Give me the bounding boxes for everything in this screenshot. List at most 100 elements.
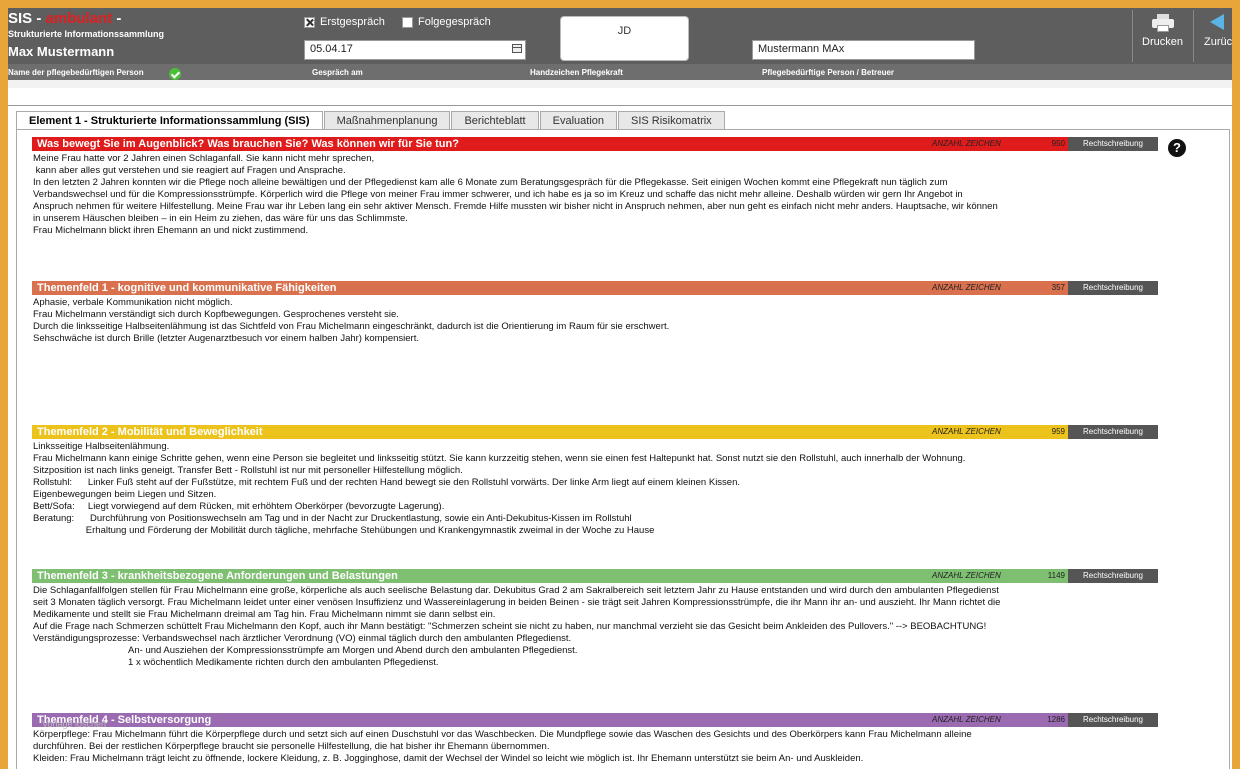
handzeichen-field[interactable]: JD: [560, 16, 689, 61]
back-arrow-icon: [1210, 14, 1224, 30]
char-count-value: 959: [1051, 427, 1065, 436]
tab-bar: Element 1 - Strukturierte Informationssa…: [16, 111, 726, 131]
person-name-label: Name der pflegebedürftigen Person: [8, 68, 144, 77]
text-line: Linksseitige Halbseitenlähmung.: [33, 441, 170, 452]
separator-bar: [8, 80, 1232, 88]
char-count-label: ANZAHL ZEICHEN: [932, 139, 1001, 148]
handzeichen-label: Handzeichen Pflegekraft: [530, 68, 623, 77]
text-line: Rollstuhl: Linker Fuß steht auf der Fußs…: [33, 477, 741, 488]
tab-sis[interactable]: Element 1 - Strukturierte Informationssa…: [16, 111, 323, 131]
text-line: Aphasie, verbale Kommunikation nicht mög…: [33, 297, 233, 308]
section-title: Themenfeld 3 - krankheitsbezogene Anford…: [37, 570, 398, 582]
header-labels-bar: Name der pflegebedürftigen Person Gesprä…: [8, 64, 1232, 80]
folgegespraech-checkbox[interactable]: Folgegespräch: [402, 16, 491, 28]
text-line: Körperpflege: Frau Michelmann führt die …: [33, 729, 972, 740]
app-title-prefix: SIS -: [8, 10, 46, 27]
text-line: Auf die Frage nach Schmerzen schüttelt F…: [33, 621, 987, 632]
section-themenfeld-2: Themenfeld 2 - Mobilität und Beweglichke…: [32, 425, 1158, 569]
divider: [8, 105, 1232, 106]
text-line: in unserem Häuschen bleiben – in ein Hei…: [33, 213, 408, 224]
text-line: Frau Michelmann verständigt sich durch K…: [33, 309, 399, 320]
tab-evaluation[interactable]: Evaluation: [539, 111, 617, 130]
folgegespraech-label: Folgegespräch: [418, 16, 491, 28]
app-window: SIS - ambulant - Strukturierte Informati…: [8, 8, 1232, 769]
printer-icon: [1151, 14, 1174, 32]
tab-berichteblatt[interactable]: Berichteblatt: [451, 111, 539, 130]
text-line: In den letzten 2 Jahren konnten wir die …: [33, 177, 948, 188]
char-count-label: ANZAHL ZEICHEN: [932, 715, 1001, 724]
text-line: Medikamente und stellt sie Frau Michelma…: [33, 609, 496, 620]
section-textarea[interactable]: Linksseitige Halbseitenlähmung. Frau Mich…: [32, 439, 1158, 569]
print-label: Drucken: [1142, 36, 1183, 48]
section-textarea[interactable]: Meine Frau hatte vor 2 Jahren einen Schl…: [32, 151, 1158, 281]
erstgespraech-checkbox[interactable]: Erstgespräch: [304, 16, 385, 28]
section-header: Themenfeld 1 - kognitive und kommunikati…: [32, 281, 1158, 295]
betreuer-label: Pflegebedürftige Person / Betreuer: [762, 68, 895, 77]
char-count-value: 1149: [1047, 571, 1065, 580]
section-textarea[interactable]: Aphasie, verbale Kommunikation nicht mög…: [32, 295, 1158, 425]
text-line: kann aber alles gut verstehen und sie re…: [33, 165, 346, 176]
text-line: seit 3 Monaten täglich versorgt. Frau Mi…: [33, 597, 1001, 608]
section-title: Themenfeld 1 - kognitive und kommunikati…: [37, 282, 337, 294]
calendar-icon[interactable]: [512, 44, 522, 53]
print-button[interactable]: Drucken: [1132, 10, 1192, 62]
text-line: Sitzposition ist nach links geneigt. Tra…: [33, 465, 463, 476]
text-line: Anspruch nehmen für weitere Hilfestellun…: [33, 201, 998, 212]
tab-risikomatrix[interactable]: SIS Risikomatrix: [618, 111, 725, 130]
app-title-suffix: -: [112, 10, 122, 27]
char-count-label: ANZAHL ZEICHEN: [932, 427, 1001, 436]
spellcheck-button[interactable]: Rechtschreibung: [1068, 713, 1158, 727]
char-count-value: 357: [1051, 283, 1065, 292]
app-subtitle: Strukturierte Informationssammlung: [8, 29, 165, 39]
text-line: Die Schlaganfallfolgen stellen für Frau …: [33, 585, 999, 596]
text-line: Bett/Sofa: Liegt vorwiegend auf dem Rück…: [33, 501, 445, 512]
text-line: Durch die linksseitige Halbseitenlähmung…: [33, 321, 670, 332]
char-count-value: 950: [1051, 139, 1065, 148]
text-line: An- und Ausziehen der Kompressionsstrümp…: [33, 645, 578, 656]
section-intro: Was bewegt Sie im Augenblick? Was brauch…: [32, 137, 1158, 281]
check-circle-icon: [169, 68, 181, 80]
date-value: 05.04.17: [310, 43, 353, 55]
text-line: durchführen. Bei der restlichen Körperpf…: [33, 741, 550, 752]
text-line: Frau Michelmann blickt ihren Ehemann an …: [33, 225, 309, 236]
spellcheck-button[interactable]: Rechtschreibung: [1068, 569, 1158, 583]
text-line: Kleiden: Frau Michelmann trägt leicht zu…: [33, 753, 864, 764]
char-count-value: 1286: [1047, 715, 1065, 724]
section-textarea[interactable]: Körperpflege: Frau Michelmann führt die …: [32, 727, 1158, 767]
faded-overlay-label: Vorlage löschen: [42, 719, 107, 729]
handzeichen-value: JD: [617, 25, 632, 37]
spellcheck-button[interactable]: Rechtschreibung: [1068, 281, 1158, 295]
text-line: Frau Michelmann kann einige Schritte geh…: [33, 453, 966, 464]
erstgespraech-label: Erstgespräch: [320, 16, 385, 28]
person-value: Mustermann MAx: [758, 43, 845, 55]
text-line: Beratung: Durchführung von Positionswech…: [33, 513, 632, 524]
text-line: Verständigungsprozesse: Verbandswechsel …: [33, 633, 572, 644]
spellcheck-button[interactable]: Rechtschreibung: [1068, 137, 1158, 151]
section-textarea[interactable]: Die Schlaganfallfolgen stellen für Frau …: [32, 583, 1158, 713]
tab-massnahmenplanung[interactable]: Maßnahmenplanung: [323, 111, 451, 130]
text-line: Sehschwäche ist durch Brille (letzter Au…: [33, 333, 419, 344]
checkbox-unchecked-icon[interactable]: [402, 16, 413, 28]
app-title-highlight: ambulant: [45, 10, 113, 27]
checkbox-checked-icon[interactable]: [304, 16, 315, 28]
back-button[interactable]: Zurück: [1193, 10, 1232, 62]
text-line: Verbandswechsel und für die Kompressions…: [33, 189, 963, 200]
section-title: Themenfeld 2 - Mobilität und Beweglichke…: [37, 426, 263, 438]
char-count-label: ANZAHL ZEICHEN: [932, 571, 1001, 580]
person-input[interactable]: Mustermann MAx: [752, 40, 975, 60]
section-header: Themenfeld 2 - Mobilität und Beweglichke…: [32, 425, 1158, 439]
section-themenfeld-4: Themenfeld 4 - Selbstversorgung ANZAHL ZE…: [32, 713, 1158, 767]
text-line: Eigenbewegungen beim Liegen und Sitzen.: [33, 489, 217, 500]
text-line: Meine Frau hatte vor 2 Jahren einen Schl…: [33, 153, 375, 164]
section-header: Themenfeld 4 - Selbstversorgung ANZAHL ZE…: [32, 713, 1158, 727]
header-bar: SIS - ambulant - Strukturierte Informati…: [8, 8, 1232, 64]
app-logo: SIS - ambulant -: [8, 10, 121, 27]
date-input[interactable]: 05.04.17: [304, 40, 526, 60]
gespraech-label: Gespräch am: [312, 68, 363, 77]
section-themenfeld-3: Themenfeld 3 - krankheitsbezogene Anford…: [32, 569, 1158, 713]
back-label: Zurück: [1204, 36, 1232, 48]
spellcheck-button[interactable]: Rechtschreibung: [1068, 425, 1158, 439]
section-header: Was bewegt Sie im Augenblick? Was brauch…: [32, 137, 1158, 151]
help-icon[interactable]: ?: [1168, 139, 1186, 157]
text-line: 1 x wöchentlich Medikamente richten durc…: [33, 657, 439, 668]
